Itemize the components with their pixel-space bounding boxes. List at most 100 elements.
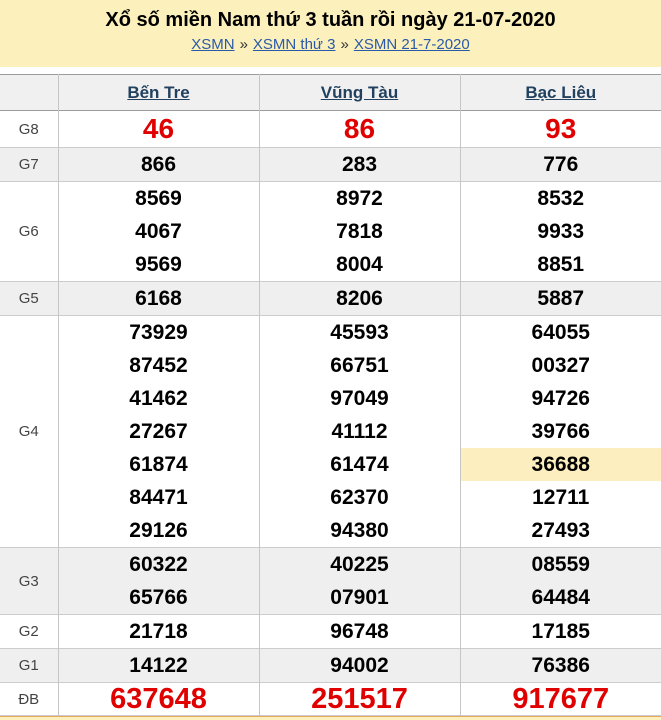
result-number: 8532 (461, 182, 661, 215)
column-header-ben-tre: Bến Tre (58, 75, 259, 111)
result-number: 8004 (260, 248, 460, 281)
result-cell: 46 (58, 111, 259, 148)
result-number: 29126 (59, 514, 259, 547)
result-number: 8206 (260, 282, 460, 315)
prize-label: ĐB (0, 683, 58, 716)
result-cell: 866 (58, 148, 259, 182)
result-number: 87452 (59, 349, 259, 382)
result-number: 8569 (59, 182, 259, 215)
result-number: 93 (461, 111, 661, 147)
province-link-vung-tau[interactable]: Vũng Tàu (321, 83, 398, 102)
prize-row-g6: G6856940679569897278188004853299338851 (0, 182, 661, 282)
result-number: 66751 (260, 349, 460, 382)
result-number: 60322 (59, 548, 259, 581)
province-link-bac-lieu[interactable]: Bạc Liêu (525, 83, 596, 102)
result-number: 61874 (59, 448, 259, 481)
prize-row-g7: G7866283776 (0, 148, 661, 182)
bottom-strip (0, 716, 661, 720)
result-number: 5887 (461, 282, 661, 315)
top-banner: Xổ số miền Nam thứ 3 tuần rồi ngày 21-07… (0, 0, 661, 67)
province-link-ben-tre[interactable]: Bến Tre (127, 83, 189, 102)
prize-row-g8: G8468693 (0, 111, 661, 148)
result-cell: 17185 (460, 615, 661, 649)
prize-label: G4 (0, 316, 58, 548)
breadcrumb: XSMN»XSMN thứ 3»XSMN 21-7-2020 (0, 36, 661, 54)
result-cell: 76386 (460, 649, 661, 683)
prize-label: G1 (0, 649, 58, 683)
result-number: 4067 (59, 215, 259, 248)
result-number: 776 (461, 148, 661, 181)
result-number: 65766 (59, 581, 259, 614)
prize-label: G5 (0, 282, 58, 316)
breadcrumb-separator: » (240, 36, 248, 53)
result-number: 21718 (59, 615, 259, 648)
result-number: 9933 (461, 215, 661, 248)
result-cell: 856940679569 (58, 182, 259, 282)
result-number: 94002 (260, 649, 460, 682)
result-number: 27493 (461, 514, 661, 547)
prize-row-g1: G1141229400276386 (0, 649, 661, 683)
result-cell: 5887 (460, 282, 661, 316)
results-body: G8468693G7866283776G68569406795698972781… (0, 111, 661, 716)
result-number: 94380 (260, 514, 460, 547)
result-cell: 283 (259, 148, 460, 182)
prize-label: G2 (0, 615, 58, 649)
result-number: 64484 (461, 581, 661, 614)
result-cell: 8206 (259, 282, 460, 316)
result-cell: 776 (460, 148, 661, 182)
result-cell: 917677 (460, 683, 661, 716)
breadcrumb-link-xsmn[interactable]: XSMN (191, 36, 234, 53)
prize-label: G7 (0, 148, 58, 182)
prize-label: G6 (0, 182, 58, 282)
prize-row-g2: G2217189674817185 (0, 615, 661, 649)
result-number: 97049 (260, 382, 460, 415)
result-cell: 4022507901 (259, 548, 460, 615)
result-cell: 0855964484 (460, 548, 661, 615)
prize-label: G8 (0, 111, 58, 148)
result-number: 62370 (260, 481, 460, 514)
result-number: 917677 (461, 683, 661, 715)
result-number: 00327 (461, 349, 661, 382)
result-cell: 73929874524146227267618748447129126 (58, 316, 259, 548)
result-number: 637648 (59, 683, 259, 715)
result-cell: 96748 (259, 615, 460, 649)
result-cell: 6168 (58, 282, 259, 316)
result-cell: 853299338851 (460, 182, 661, 282)
result-number: 46 (59, 111, 259, 147)
result-number: 12711 (461, 481, 661, 514)
prize-row-g5: G5616882065887 (0, 282, 661, 316)
result-number: 96748 (260, 615, 460, 648)
breadcrumb-link-xsmn-date[interactable]: XSMN 21-7-2020 (354, 36, 470, 53)
result-number: 84471 (59, 481, 259, 514)
column-header-vung-tau: Vũng Tàu (259, 75, 460, 111)
result-cell: 897278188004 (259, 182, 460, 282)
result-number: 39766 (461, 415, 661, 448)
prize-row-g4: G473929874524146227267618748447129126455… (0, 316, 661, 548)
result-cell: 637648 (58, 683, 259, 716)
column-header-bac-lieu: Bạc Liêu (460, 75, 661, 111)
result-number: 283 (260, 148, 460, 181)
result-number: 8851 (461, 248, 661, 281)
corner-cell (0, 75, 58, 111)
result-number: 8972 (260, 182, 460, 215)
page-title: Xổ số miền Nam thứ 3 tuần rồi ngày 21-07… (0, 8, 661, 32)
result-number: 7818 (260, 215, 460, 248)
result-number: 45593 (260, 316, 460, 349)
result-number: 64055 (461, 316, 661, 349)
result-number: 17185 (461, 615, 661, 648)
result-cell: 86 (259, 111, 460, 148)
result-cell: 64055003279472639766366881271127493 (460, 316, 661, 548)
result-cell: 6032265766 (58, 548, 259, 615)
highlighted-number: 36688 (461, 448, 661, 481)
result-number: 41462 (59, 382, 259, 415)
result-number: 6168 (59, 282, 259, 315)
result-cell: 93 (460, 111, 661, 148)
result-cell: 21718 (58, 615, 259, 649)
result-cell: 251517 (259, 683, 460, 716)
result-cell: 45593667519704941112614746237094380 (259, 316, 460, 548)
prize-row-g3: G3603226576640225079010855964484 (0, 548, 661, 615)
result-number: 94726 (461, 382, 661, 415)
result-number: 08559 (461, 548, 661, 581)
breadcrumb-link-xsmn-thu-3[interactable]: XSMN thứ 3 (253, 36, 336, 53)
result-number: 27267 (59, 415, 259, 448)
